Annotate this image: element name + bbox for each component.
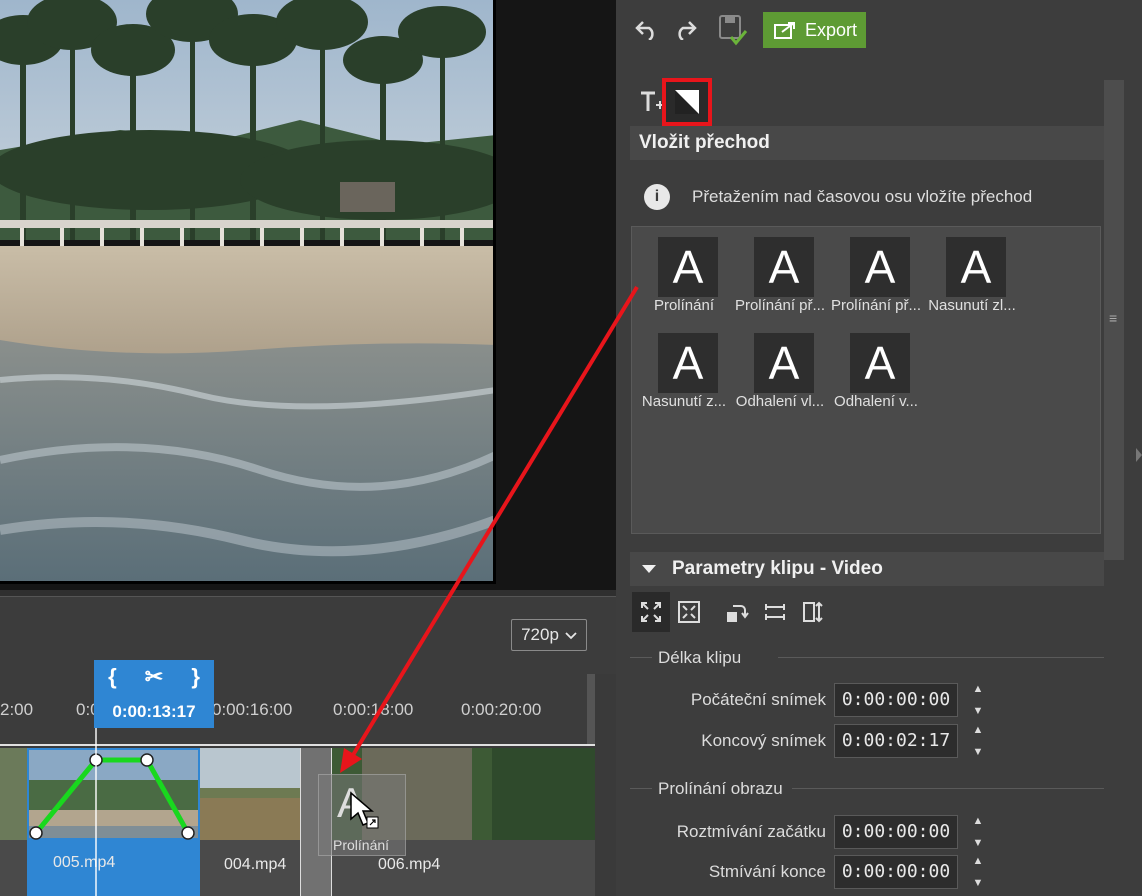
arrow-down-icon[interactable]: ▼: [973, 746, 984, 758]
transition-gallery: A Prolínání A Prolínání př... A Prolínán…: [631, 226, 1101, 534]
triangle-down-icon: [642, 564, 656, 573]
transition-thumb: A: [754, 237, 814, 297]
info-text: Přetažením nad časovou osu vložíte přech…: [692, 187, 1033, 206]
clip-label: 005.mp4: [53, 854, 116, 871]
transition-tile[interactable]: A Nasunutí z...: [636, 327, 732, 417]
transition-tile[interactable]: A Odhalení vl...: [732, 327, 828, 417]
fade-out-stepper[interactable]: ▲ ▼: [964, 855, 992, 889]
dragged-transition[interactable]: A Prolínání: [318, 774, 406, 856]
transition-caption: Odhalení vl...: [735, 393, 825, 410]
clip-label: 004.mp4: [224, 856, 287, 873]
transition-thumb: A: [754, 333, 814, 393]
clip-label: 006.mp4: [378, 856, 441, 873]
scroll-grip-icon: ≡: [1109, 310, 1118, 326]
transition-caption: Prolínání př...: [830, 297, 922, 314]
arrow-up-icon[interactable]: ▲: [973, 683, 984, 695]
clip-params-title: Parametry klipu - Video: [672, 558, 883, 579]
fade-out-input[interactable]: 0:00:00:00: [834, 855, 958, 889]
save-check-icon[interactable]: [716, 12, 750, 48]
transition-thumb: A: [658, 333, 718, 393]
end-frame-stepper[interactable]: ▲ ▼: [964, 724, 992, 758]
transition-thumb: A: [850, 237, 910, 297]
transition-caption: Nasunutí zl...: [928, 297, 1016, 314]
start-frame-label: Počáteční snímek: [690, 690, 826, 709]
timeline-ruler[interactable]: 2:00 0:0 0:00:16:00 0:00:18:00 0:00:20:0…: [0, 674, 595, 746]
collapse-arrow-icon[interactable]: [1136, 448, 1142, 462]
transition-caption: Nasunutí z...: [641, 393, 727, 410]
arrow-up-icon[interactable]: ▲: [973, 855, 984, 867]
transition-thumb: A: [658, 237, 718, 297]
resolution-value: 720p: [521, 625, 559, 644]
transition-thumb: A: [946, 237, 1006, 297]
transition-caption: Prolínání: [653, 297, 715, 314]
arrow-up-icon[interactable]: ▲: [973, 815, 984, 827]
transition-thumb: A: [850, 333, 910, 393]
info-icon: i: [644, 184, 670, 210]
scissors-icon[interactable]: ✂: [145, 664, 163, 690]
end-frame-label: Koncový snímek: [701, 731, 826, 750]
transition-caption: Prolínání př...: [734, 297, 826, 314]
ruler-tick: 0:00:20:00: [461, 700, 542, 719]
playhead-marker[interactable]: { ✂ } 0:00:13:17: [94, 660, 214, 728]
mark-in-icon[interactable]: {: [108, 664, 117, 690]
transition-tile[interactable]: A Nasunutí zl...: [924, 231, 1020, 321]
arrow-up-icon[interactable]: ▲: [973, 724, 984, 736]
timeline-toolbar: 720p: [0, 596, 616, 674]
fit-frame-icon[interactable]: [670, 592, 708, 632]
transition-icon[interactable]: [662, 78, 712, 126]
ruler-tick: 0:00:16:00: [212, 700, 293, 719]
fade-envelope[interactable]: [0, 748, 595, 848]
arrow-down-icon[interactable]: ▼: [973, 837, 984, 849]
export-button[interactable]: Export: [763, 12, 866, 48]
fade-in-label: Roztmívání začátku: [676, 822, 826, 841]
fit-fill-icon[interactable]: [632, 592, 670, 632]
transition-caption: Odhalení v...: [834, 393, 918, 410]
arrow-down-icon[interactable]: ▼: [973, 705, 984, 717]
arrow-down-icon[interactable]: ▼: [973, 877, 984, 889]
blend-section: Prolínání obrazu: [658, 779, 783, 798]
cursor-icon: [350, 791, 379, 829]
info-row: i Přetažením nad časovou osu vložíte pře…: [644, 184, 1032, 210]
rotate-icon[interactable]: [718, 592, 756, 632]
right-panel: Export Vložit přechod i Přetažením nad č…: [616, 0, 1142, 896]
clip-length-section: Délka klipu: [658, 648, 742, 667]
ruler-tick: 0:00:18:00: [333, 700, 414, 719]
insert-transition-header: Vložit přechod: [630, 126, 1104, 160]
video-preview: [0, 0, 496, 584]
top-toolbar: Export: [616, 0, 1142, 62]
fade-out-label: Stmívání konce: [708, 862, 826, 881]
ruler-baseline: [0, 744, 595, 746]
export-icon: [774, 22, 795, 39]
mark-out-icon[interactable]: }: [191, 664, 200, 690]
panel-scrollbar[interactable]: ≡: [1104, 80, 1124, 560]
transition-tile[interactable]: A Prolínání př...: [732, 231, 828, 321]
transition-tile[interactable]: A Prolínání př...: [828, 231, 924, 321]
transition-tile[interactable]: A Odhalení v...: [828, 327, 924, 417]
timeline-scrollbar[interactable]: [587, 674, 595, 744]
start-frame-input[interactable]: 0:00:00:00: [834, 683, 958, 717]
playhead-line[interactable]: [95, 728, 97, 896]
fade-in-input[interactable]: 0:00:00:00: [834, 815, 958, 849]
redo-icon[interactable]: [670, 14, 700, 44]
export-label: Export: [805, 19, 858, 40]
flip-vertical-icon[interactable]: [794, 592, 832, 632]
start-frame-stepper[interactable]: ▲ ▼: [964, 683, 992, 717]
chevron-down-icon: [565, 625, 577, 645]
dragged-transition-label: Prolínání: [333, 837, 390, 853]
end-frame-input[interactable]: 0:00:02:17: [834, 724, 958, 758]
resolution-select[interactable]: 720p: [511, 619, 587, 651]
undo-icon[interactable]: [632, 14, 662, 44]
fade-in-stepper[interactable]: ▲ ▼: [964, 815, 992, 849]
playhead-time: 0:00:13:17: [112, 702, 196, 721]
flip-horizontal-icon[interactable]: [756, 592, 794, 632]
clip-params-header[interactable]: Parametry klipu - Video: [630, 552, 1104, 586]
ruler-tick: 2:00: [0, 700, 34, 719]
transition-tile[interactable]: A Prolínání: [636, 231, 732, 321]
